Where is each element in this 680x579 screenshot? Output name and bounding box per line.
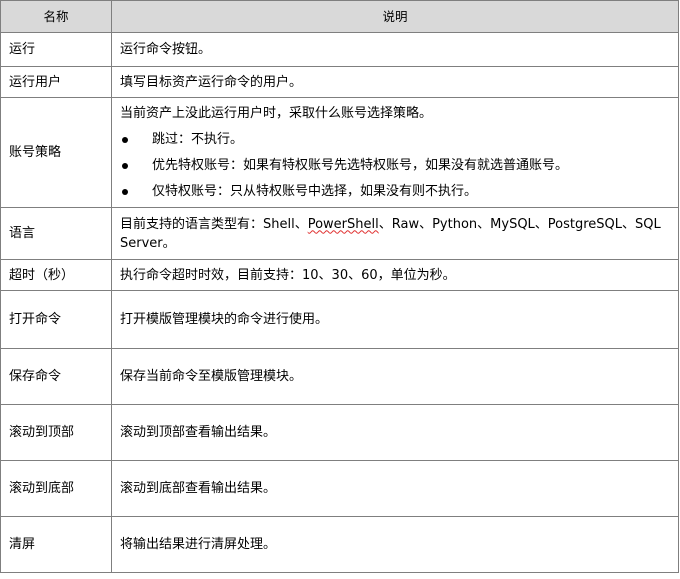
list-item: 优先特权账号：如果有特权账号先选特权账号，如果没有就选普通账号。 — [120, 156, 670, 175]
table-row: 运行用户 填写目标资产运行命令的用户。 — [0, 66, 679, 98]
row-desc: 打开模版管理模块的命令进行使用。 — [111, 290, 679, 349]
table-row: 保存命令 保存当前命令至模版管理模块。 — [0, 348, 679, 405]
header-name: 名称 — [0, 0, 112, 33]
table-row: 清屏 将输出结果进行清屏处理。 — [0, 516, 679, 573]
table-header: 名称 说明 — [0, 0, 679, 33]
row-desc: 执行命令超时时效，目前支持：10、30、60，单位为秒。 — [111, 259, 679, 291]
header-desc: 说明 — [111, 0, 679, 33]
row-name: 账号策略 — [0, 97, 112, 208]
spellcheck-flagged-word: PowerShell — [307, 216, 379, 232]
row-name: 打开命令 — [0, 290, 112, 349]
row-name: 运行用户 — [0, 66, 112, 98]
row-desc-cell: 当前资产上没此运行用户时，采取什么账号选择策略。 跳过：不执行。 优先特权账号：… — [111, 97, 679, 208]
row-desc-cell: 目前支持的语言类型有：Shell、PowerShell、Raw、Python、M… — [111, 207, 679, 260]
row-name: 语言 — [0, 207, 112, 260]
bullet-icon — [122, 189, 128, 195]
row-name: 运行 — [0, 32, 112, 67]
row-desc: 滚动到顶部查看输出结果。 — [111, 404, 679, 461]
list-item: 仅特权账号：只从特权账号中选择，如果没有则不执行。 — [120, 182, 670, 201]
list-item-text: 仅特权账号：只从特权账号中选择，如果没有则不执行。 — [152, 184, 478, 199]
list-item: 跳过：不执行。 — [120, 130, 670, 149]
table-row: 语言 目前支持的语言类型有：Shell、PowerShell、Raw、Pytho… — [0, 207, 679, 260]
row-name: 清屏 — [0, 516, 112, 573]
row-desc: 填写目标资产运行命令的用户。 — [111, 66, 679, 98]
table-row: 滚动到底部 滚动到底部查看输出结果。 — [0, 460, 679, 517]
row-desc: 将输出结果进行清屏处理。 — [111, 516, 679, 573]
command-options-table: 名称 说明 运行 运行命令按钮。 运行用户 填写目标资产运行命令的用户。 账号策… — [0, 0, 679, 573]
row-desc: 运行命令按钮。 — [111, 32, 679, 67]
list-item-text: 优先特权账号：如果有特权账号先选特权账号，如果没有就选普通账号。 — [152, 158, 569, 173]
bullet-icon — [122, 163, 128, 169]
row-desc: 滚动到底部查看输出结果。 — [111, 460, 679, 517]
table-row: 滚动到顶部 滚动到顶部查看输出结果。 — [0, 404, 679, 461]
table-row: 打开命令 打开模版管理模块的命令进行使用。 — [0, 290, 679, 349]
row-desc: 当前资产上没此运行用户时，采取什么账号选择策略。 — [120, 106, 433, 121]
row-name: 保存命令 — [0, 348, 112, 405]
strategy-list: 跳过：不执行。 优先特权账号：如果有特权账号先选特权账号，如果没有就选普通账号。… — [120, 130, 670, 201]
row-name: 滚动到顶部 — [0, 404, 112, 461]
table-row: 超时（秒） 执行命令超时时效，目前支持：10、30、60，单位为秒。 — [0, 259, 679, 291]
row-name: 超时（秒） — [0, 259, 112, 291]
row-desc: 保存当前命令至模版管理模块。 — [111, 348, 679, 405]
row-desc-prefix: 目前支持的语言类型有：Shell、 — [120, 216, 308, 232]
table-row: 运行 运行命令按钮。 — [0, 32, 679, 67]
table-row: 账号策略 当前资产上没此运行用户时，采取什么账号选择策略。 跳过：不执行。 优先… — [0, 97, 679, 208]
list-item-text: 跳过：不执行。 — [152, 132, 244, 147]
bullet-icon — [122, 137, 128, 143]
row-name: 滚动到底部 — [0, 460, 112, 517]
